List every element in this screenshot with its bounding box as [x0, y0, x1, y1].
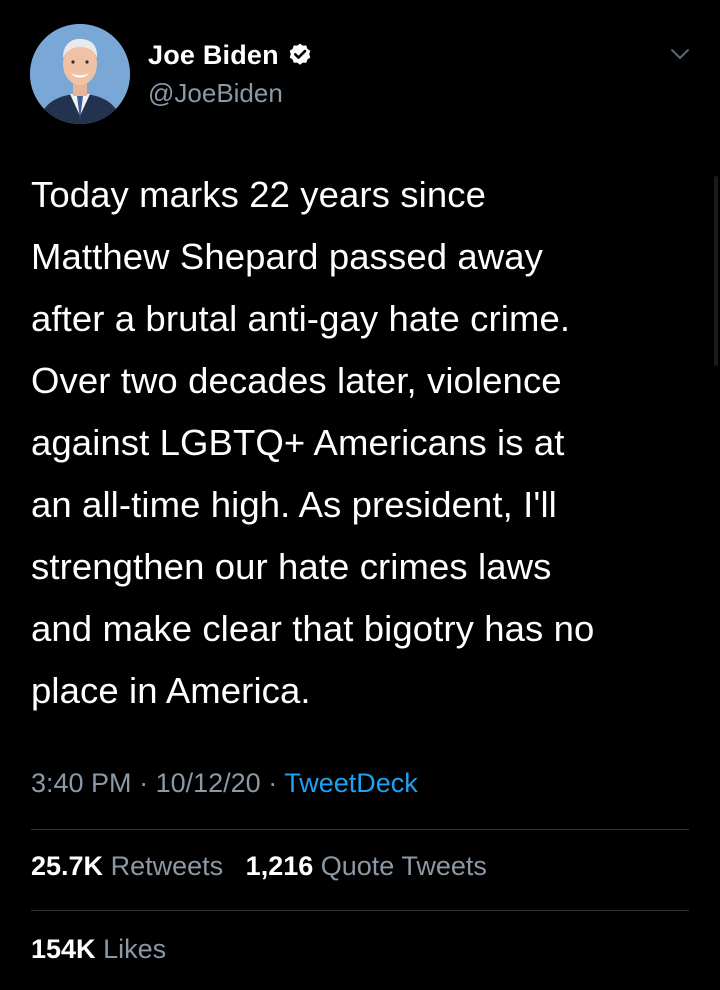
user-handle[interactable]: @JoeBiden	[148, 78, 313, 109]
display-name-row: Joe Biden	[148, 38, 313, 72]
tweet-meta: 3:40 PM · 10/12/20 · TweetDeck	[31, 768, 418, 799]
tweet-date[interactable]: 10/12/20	[156, 768, 261, 798]
retweets-stat[interactable]: 25.7K Retweets	[31, 851, 231, 881]
author-info: Joe Biden @JoeBiden	[148, 38, 313, 109]
meta-separator: ·	[268, 768, 278, 798]
divider	[31, 910, 689, 911]
tweet-header: Joe Biden @JoeBiden	[30, 24, 700, 124]
retweets-count: 25.7K	[31, 851, 104, 881]
quote-tweets-count: 1,216	[245, 851, 314, 881]
divider	[31, 829, 689, 830]
tweet-source-link[interactable]: TweetDeck	[284, 768, 418, 798]
tweet-time[interactable]: 3:40 PM	[31, 768, 132, 798]
meta-separator: ·	[139, 768, 149, 798]
engagement-stats-row: 25.7K Retweets 1,216 Quote Tweets	[31, 851, 487, 882]
verified-badge-icon	[287, 42, 313, 68]
tweet-detail: Joe Biden @JoeBiden Today marks 22 years…	[0, 0, 720, 990]
likes-label: Likes	[103, 934, 167, 964]
chevron-down-icon[interactable]	[668, 42, 692, 66]
quote-tweets-label: Quote Tweets	[320, 851, 487, 881]
avatar-image	[30, 24, 130, 124]
likes-count: 154K	[31, 934, 96, 964]
likes-stat[interactable]: 154K Likes	[31, 934, 166, 964]
avatar[interactable]	[30, 24, 130, 124]
display-name[interactable]: Joe Biden	[148, 40, 279, 71]
likes-stats-row: 154K Likes	[31, 934, 166, 965]
quote-tweets-stat[interactable]: 1,216 Quote Tweets	[246, 851, 487, 881]
retweets-label: Retweets	[110, 851, 224, 881]
scrollbar[interactable]	[714, 176, 718, 366]
tweet-text: Today marks 22 years since Matthew Shepa…	[31, 174, 595, 711]
